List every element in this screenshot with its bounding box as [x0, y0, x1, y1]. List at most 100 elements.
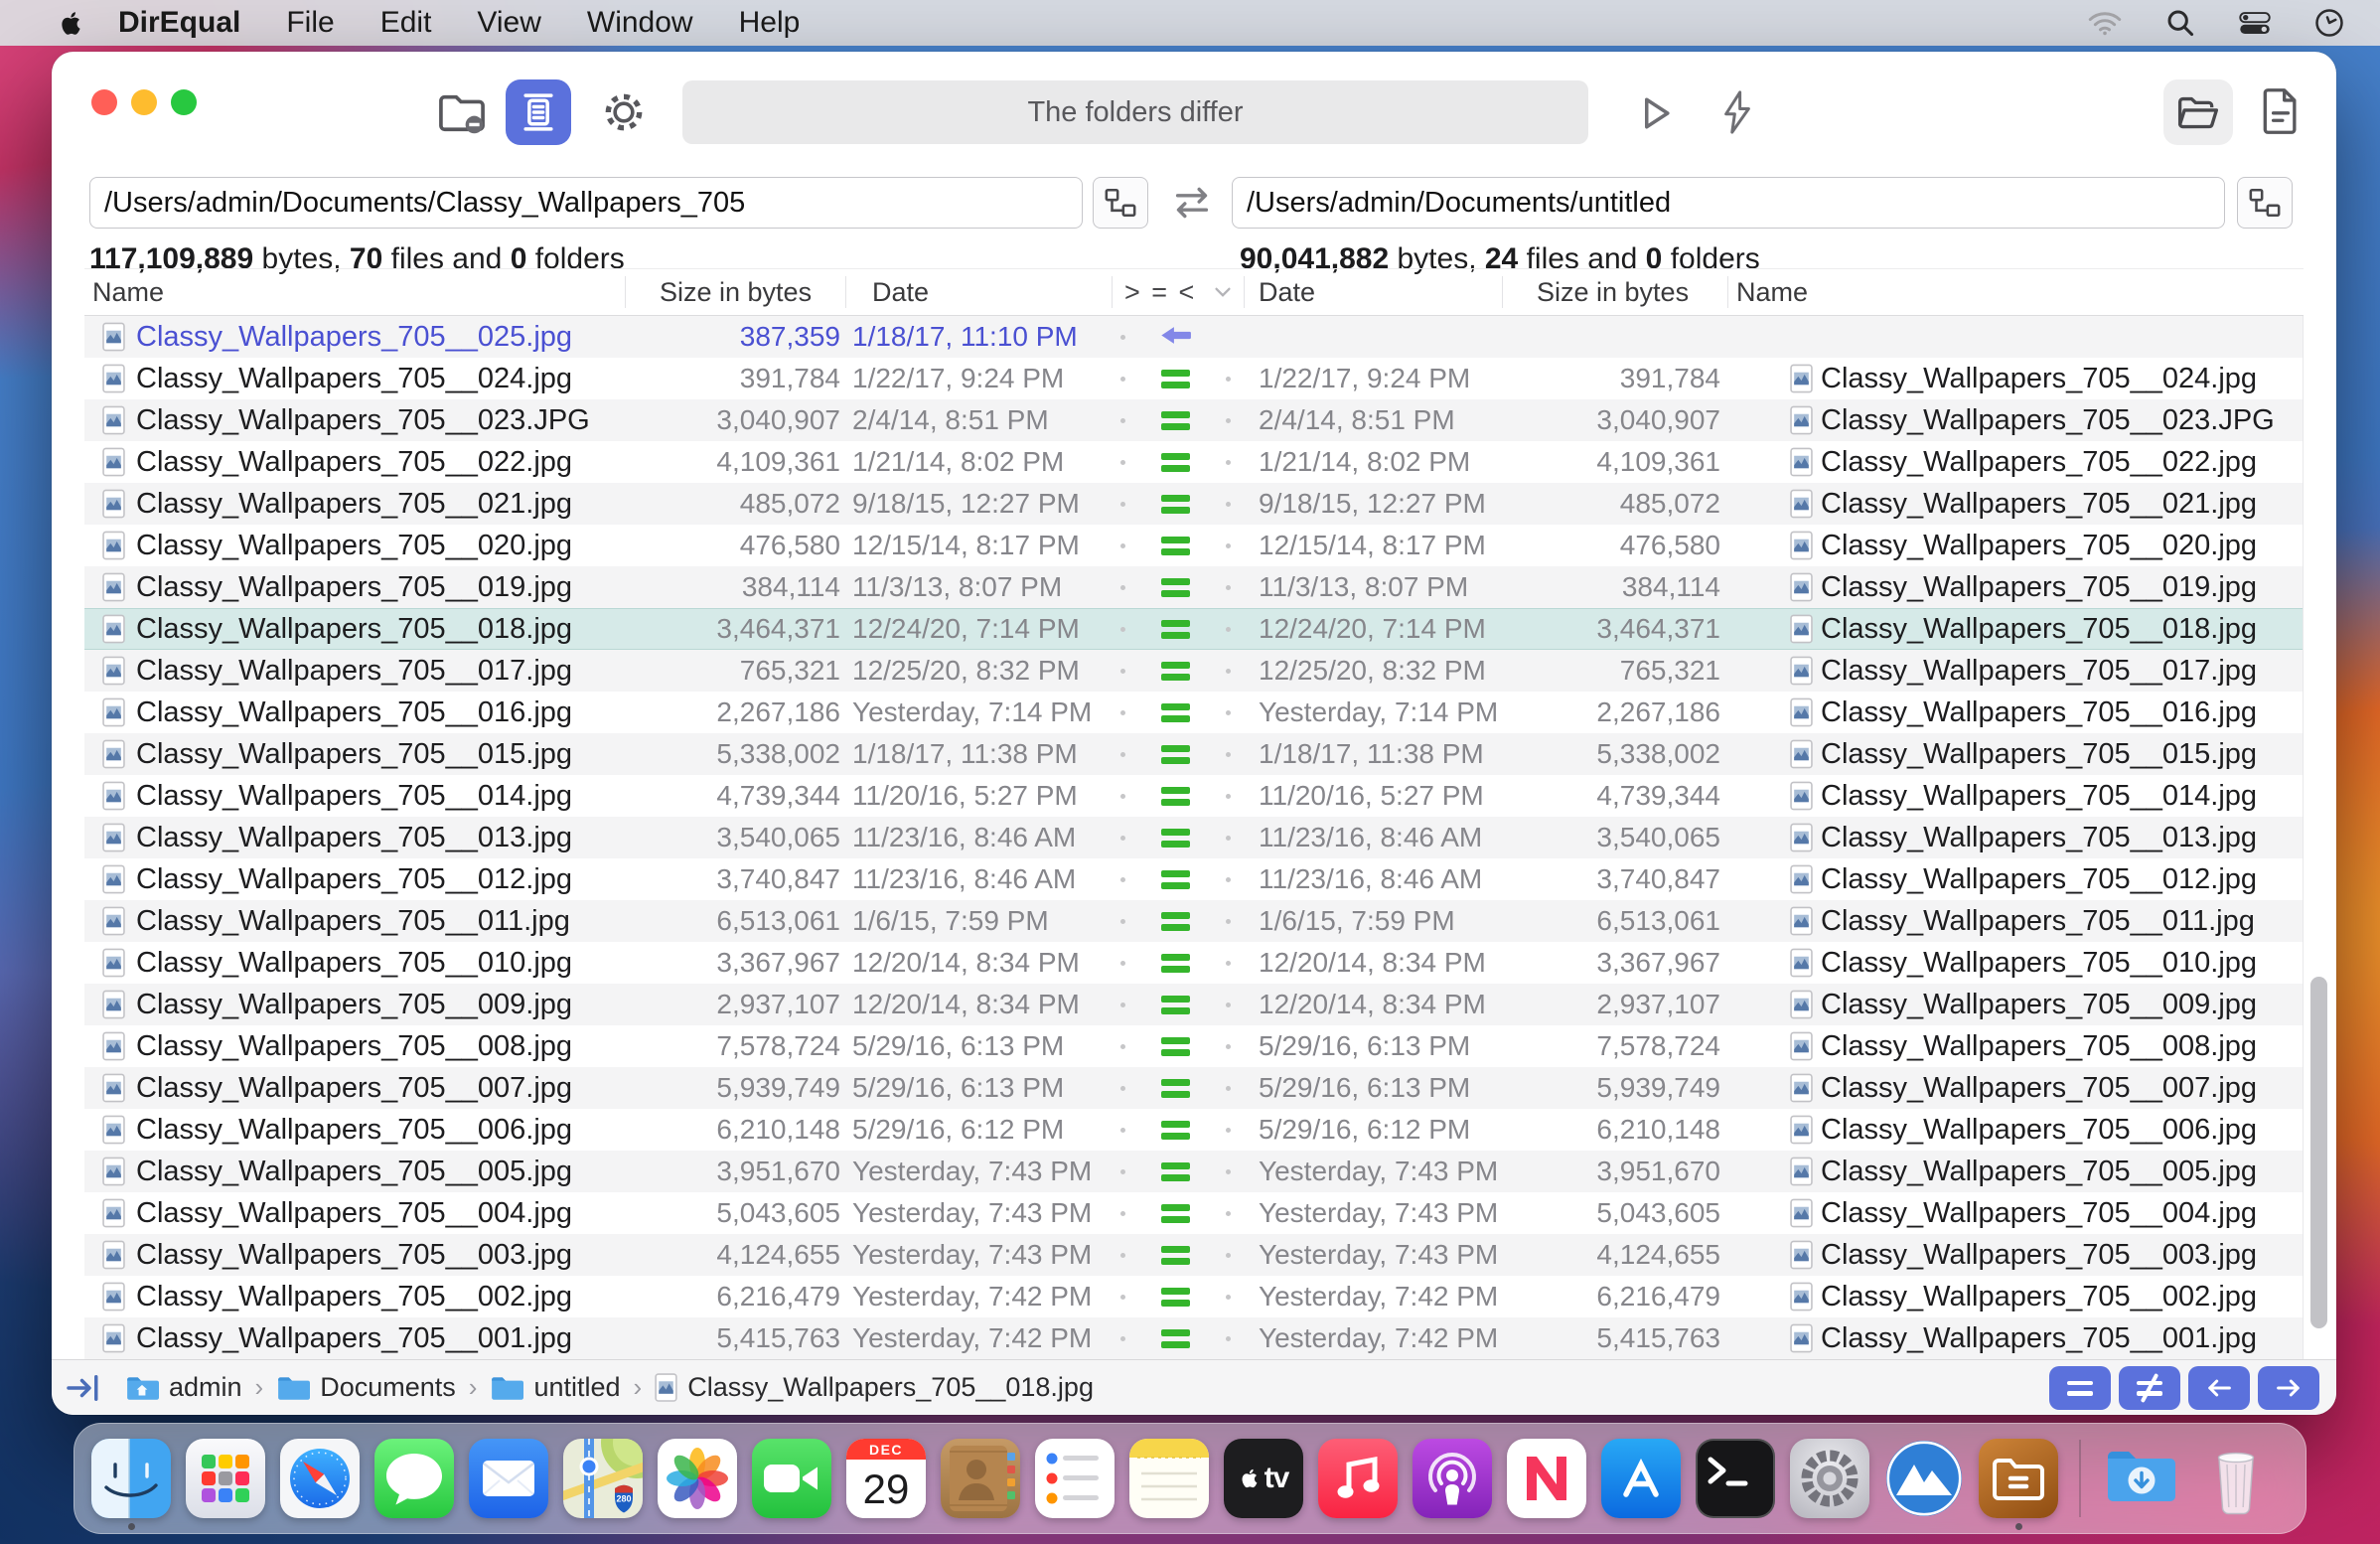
table-row[interactable]: Classy_Wallpapers_705__016.jpg 2,267,186… — [84, 692, 2303, 733]
table-row[interactable]: Classy_Wallpapers_705__011.jpg 6,513,061… — [84, 900, 2303, 942]
apple-menu-icon[interactable] — [58, 10, 84, 37]
filter-equal-button[interactable] — [2049, 1366, 2111, 1410]
settings-gear-icon[interactable] — [600, 89, 648, 135]
zoom-button[interactable] — [171, 89, 197, 115]
dock-reminders[interactable] — [1035, 1439, 1115, 1518]
dock-calendar[interactable]: DEC 29 — [846, 1439, 926, 1518]
menu-edit[interactable]: Edit — [380, 6, 432, 40]
control-center-icon[interactable] — [2239, 11, 2271, 36]
dock-photos[interactable] — [658, 1439, 737, 1518]
exclude-folder-button[interactable] — [437, 89, 487, 135]
table-row[interactable]: Classy_Wallpapers_705__021.jpg 485,072 9… — [84, 483, 2303, 525]
table-row[interactable]: Classy_Wallpapers_705__013.jpg 3,540,065… — [84, 817, 2303, 858]
header-compare[interactable]: > = < — [1113, 276, 1245, 308]
dock-mail[interactable] — [469, 1439, 548, 1518]
dock-downloads[interactable] — [2102, 1439, 2181, 1518]
dock-launchpad[interactable] — [186, 1439, 265, 1518]
filter-not-equal-button[interactable] — [2119, 1366, 2180, 1410]
running-indicator — [2014, 1523, 2022, 1530]
file-icon — [102, 1323, 125, 1353]
header-date-right[interactable]: Date — [1245, 276, 1503, 308]
dock-direqual[interactable] — [1979, 1439, 2058, 1530]
table-row[interactable]: Classy_Wallpapers_705__004.jpg 5,043,605… — [84, 1192, 2303, 1234]
table-row[interactable]: Classy_Wallpapers_705__001.jpg 5,415,763… — [84, 1317, 2303, 1359]
header-date-left[interactable]: Date — [846, 276, 1113, 308]
breadcrumb-item-admin[interactable]: admin — [125, 1372, 242, 1403]
table-row[interactable]: Classy_Wallpapers_705__005.jpg 3,951,670… — [84, 1151, 2303, 1192]
search-icon[interactable] — [2165, 8, 2195, 38]
dock-finder[interactable] — [91, 1439, 171, 1530]
dock-app-store[interactable] — [1601, 1439, 1681, 1518]
table-row[interactable]: Classy_Wallpapers_705__006.jpg 6,210,148… — [84, 1109, 2303, 1151]
table-row[interactable]: Classy_Wallpapers_705__014.jpg 4,739,344… — [84, 775, 2303, 817]
table-row[interactable]: Classy_Wallpapers_705__002.jpg 6,216,479… — [84, 1276, 2303, 1317]
clock-icon[interactable] — [2314, 8, 2344, 38]
compare-cell — [1113, 1161, 1245, 1181]
header-size-right[interactable]: Size in bytes — [1503, 276, 1728, 308]
dock-apple-tv[interactable]: tv — [1224, 1439, 1303, 1518]
compare-cell — [1113, 869, 1245, 889]
table-row[interactable]: Classy_Wallpapers_705__019.jpg 384,114 1… — [84, 566, 2303, 608]
quick-compare-bolt-button[interactable] — [1716, 89, 1758, 135]
dock-podcasts[interactable] — [1413, 1439, 1492, 1518]
left-choose-folder-button[interactable] — [1093, 177, 1148, 229]
table-row[interactable]: Classy_Wallpapers_705__018.jpg 3,464,371… — [84, 608, 2303, 650]
reveal-in-finder-icon[interactable] — [64, 1370, 103, 1406]
dock-terminal[interactable] — [1696, 1439, 1775, 1518]
table-row[interactable]: Classy_Wallpapers_705__017.jpg 765,321 1… — [84, 650, 2303, 692]
table-row[interactable]: Classy_Wallpapers_705__003.jpg 4,124,655… — [84, 1234, 2303, 1276]
header-name-right[interactable]: Name — [1728, 276, 2304, 308]
breadcrumb-item-documents[interactable]: Documents — [276, 1372, 456, 1403]
dock-safari[interactable] — [280, 1439, 360, 1518]
dock-mountain-app[interactable] — [1884, 1439, 1964, 1518]
menu-help[interactable]: Help — [739, 6, 801, 40]
copy-left-button[interactable] — [2188, 1366, 2250, 1410]
copy-right-button[interactable] — [2258, 1366, 2319, 1410]
report-document-button[interactable] — [2259, 87, 2303, 135]
right-file-date: 5/29/16, 6:13 PM — [1259, 1030, 1471, 1061]
table-row[interactable]: Classy_Wallpapers_705__015.jpg 5,338,002… — [84, 733, 2303, 775]
dock-contacts[interactable] — [941, 1439, 1020, 1518]
wifi-icon[interactable] — [2088, 10, 2122, 36]
table-row[interactable]: Classy_Wallpapers_705__023.JPG 3,040,907… — [84, 399, 2303, 441]
swap-panes-icon[interactable] — [1166, 183, 1218, 223]
table-row[interactable]: Classy_Wallpapers_705__012.jpg 3,740,847… — [84, 858, 2303, 900]
menu-view[interactable]: View — [477, 6, 540, 40]
right-path-field[interactable]: /Users/admin/Documents/untitled — [1232, 177, 2225, 229]
table-row[interactable]: Classy_Wallpapers_705__020.jpg 476,580 1… — [84, 525, 2303, 566]
right-file-date: 2/4/14, 8:51 PM — [1259, 404, 1455, 435]
menu-app-name[interactable]: DirEqual — [118, 6, 240, 40]
dock-maps[interactable]: 280 — [563, 1439, 643, 1518]
breadcrumb-item-untitled[interactable]: untitled — [490, 1372, 621, 1403]
table-row[interactable]: Classy_Wallpapers_705__024.jpg 391,784 1… — [84, 358, 2303, 399]
menu-window[interactable]: Window — [587, 6, 693, 40]
dock-messages[interactable] — [374, 1439, 454, 1518]
header-name-left[interactable]: Name — [84, 276, 626, 308]
menu-file[interactable]: File — [286, 6, 334, 40]
dock-music[interactable] — [1318, 1439, 1398, 1518]
run-compare-button[interactable] — [1632, 91, 1678, 135]
compare-view-button[interactable] — [506, 79, 571, 145]
dock-facetime[interactable] — [752, 1439, 831, 1518]
dock-trash[interactable] — [2196, 1439, 2276, 1518]
left-path-field[interactable]: /Users/admin/Documents/Classy_Wallpapers… — [89, 177, 1083, 229]
table-row[interactable]: Classy_Wallpapers_705__022.jpg 4,109,361… — [84, 441, 2303, 483]
dock-news[interactable] — [1507, 1439, 1586, 1518]
left-file-date: 1/18/17, 11:38 PM — [852, 738, 1078, 769]
reveal-folder-button[interactable] — [2163, 79, 2233, 145]
table-row[interactable]: Classy_Wallpapers_705__009.jpg 2,937,107… — [84, 984, 2303, 1025]
minimize-button[interactable] — [131, 89, 157, 115]
right-choose-folder-button[interactable] — [2237, 177, 2293, 229]
vertical-scrollbar[interactable] — [2310, 977, 2327, 1328]
dock-notes[interactable] — [1129, 1439, 1209, 1518]
table-row[interactable]: Classy_Wallpapers_705__010.jpg 3,367,967… — [84, 942, 2303, 984]
compare-dot-left — [1120, 1127, 1125, 1133]
table-row[interactable]: Classy_Wallpapers_705__008.jpg 7,578,724… — [84, 1025, 2303, 1067]
header-size-left[interactable]: Size in bytes — [626, 276, 846, 308]
breadcrumb-item-file[interactable]: Classy_Wallpapers_705__018.jpg — [655, 1372, 1094, 1403]
close-button[interactable] — [91, 89, 117, 115]
table-row[interactable]: Classy_Wallpapers_705__025.jpg 387,359 1… — [84, 316, 2303, 358]
dock-system-preferences[interactable] — [1790, 1439, 1869, 1518]
compare-cell — [1113, 1120, 1245, 1140]
table-row[interactable]: Classy_Wallpapers_705__007.jpg 5,939,749… — [84, 1067, 2303, 1109]
